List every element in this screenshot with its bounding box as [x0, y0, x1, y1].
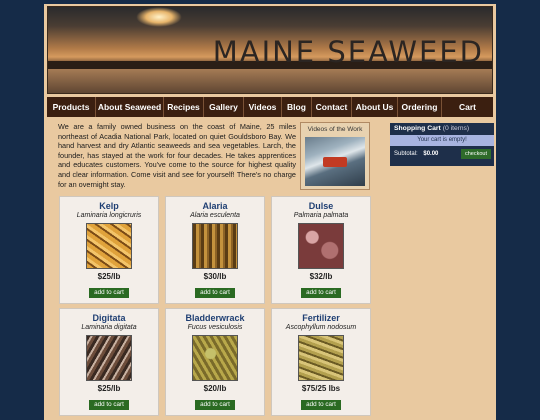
video-caption: Videos of the Work [307, 126, 363, 133]
nav-about-seaweed[interactable]: About Seaweed [96, 97, 164, 117]
product-price: $30/lb [203, 272, 227, 281]
product-card-kelp: Kelp Laminaria longicruris $25/lb add to… [59, 196, 159, 304]
product-card-bladderwrack: Bladderwrack Fucus vesiculosis $20/lb ad… [165, 308, 265, 416]
subtotal-label: Subtotal: [394, 151, 418, 157]
product-latin-name: Laminaria longicruris [76, 212, 142, 219]
subtotal-value: $0.00 [423, 151, 439, 157]
cart-header: Shopping Cart (0 items) [390, 123, 494, 135]
nav-videos[interactable]: Videos [244, 97, 282, 117]
add-to-cart-button[interactable]: add to cart [301, 288, 341, 298]
page: MAINE SEAWEED Products About Seaweed Rec… [44, 4, 496, 420]
cart-title: Shopping Cart [394, 125, 441, 132]
product-latin-name: Ascophyllum nodosum [285, 324, 357, 331]
site-title[interactable]: MAINE SEAWEED [213, 35, 484, 69]
product-card-digitata: Digitata Laminaria digitata $25/lb add t… [59, 308, 159, 416]
checkout-button[interactable]: checkout [460, 149, 491, 159]
nav-blog[interactable]: Blog [282, 97, 312, 117]
product-price: $25/lb [97, 384, 121, 393]
cart-subtotal-row: Subtotal: $0.00 checkout [390, 146, 494, 162]
cart-empty-message: Your cart is empty! [390, 135, 494, 146]
add-to-cart-button[interactable]: add to cart [89, 288, 129, 298]
dulse-photo[interactable] [298, 223, 344, 269]
cart-count: (0 items) [442, 125, 470, 132]
product-name[interactable]: Dulse [272, 201, 370, 211]
sun-glow [136, 7, 182, 27]
product-name[interactable]: Kelp [60, 201, 158, 211]
header-banner: MAINE SEAWEED [47, 6, 493, 94]
nav-ordering[interactable]: Ordering [398, 97, 442, 117]
add-to-cart-button[interactable]: add to cart [195, 400, 235, 410]
alaria-photo[interactable] [192, 223, 238, 269]
main-nav: Products About Seaweed Recipes Gallery V… [47, 97, 493, 117]
add-to-cart-button[interactable]: add to cart [89, 400, 129, 410]
product-price: $25/lb [97, 272, 121, 281]
product-price: $75/25 lbs [301, 384, 341, 393]
product-card-dulse: Dulse Palmaria palmata $32/lb add to car… [271, 196, 371, 304]
add-to-cart-button[interactable]: add to cart [301, 400, 341, 410]
product-card-alaria: Alaria Alaria esculenta $30/lb add to ca… [165, 196, 265, 304]
water [48, 69, 492, 93]
product-latin-name: Alaria esculenta [190, 212, 240, 219]
digitata-photo[interactable] [86, 335, 132, 381]
product-latin-name: Palmaria palmata [293, 212, 349, 219]
video-thumbnail[interactable] [305, 137, 365, 186]
kelp-photo[interactable] [86, 223, 132, 269]
intro-text: We are a family owned business on the co… [58, 122, 296, 189]
nav-contact[interactable]: Contact [312, 97, 352, 117]
nav-products[interactable]: Products [47, 97, 96, 117]
product-latin-name: Laminaria digitata [81, 324, 137, 331]
product-name[interactable]: Alaria [166, 201, 264, 211]
nav-recipes[interactable]: Recipes [164, 97, 204, 117]
bladderwrack-photo[interactable] [192, 335, 238, 381]
product-name[interactable]: Bladderwrack [166, 313, 264, 323]
nav-about-us[interactable]: About Us [352, 97, 398, 117]
boat-image [323, 157, 347, 167]
product-card-fertilizer: Fertilizer Ascophyllum nodosum $75/25 lb… [271, 308, 371, 416]
nav-cart[interactable]: Cart [442, 97, 493, 117]
product-price: $32/lb [309, 272, 333, 281]
fertilizer-photo[interactable] [298, 335, 344, 381]
video-box[interactable]: Videos of the Work [300, 122, 370, 190]
product-price: $20/lb [203, 384, 227, 393]
product-name[interactable]: Fertilizer [272, 313, 370, 323]
nav-gallery[interactable]: Gallery [204, 97, 244, 117]
product-name[interactable]: Digitata [60, 313, 158, 323]
shopping-cart-widget: Shopping Cart (0 items) Your cart is emp… [390, 123, 494, 166]
add-to-cart-button[interactable]: add to cart [195, 288, 235, 298]
product-latin-name: Fucus vesiculosis [187, 324, 243, 331]
